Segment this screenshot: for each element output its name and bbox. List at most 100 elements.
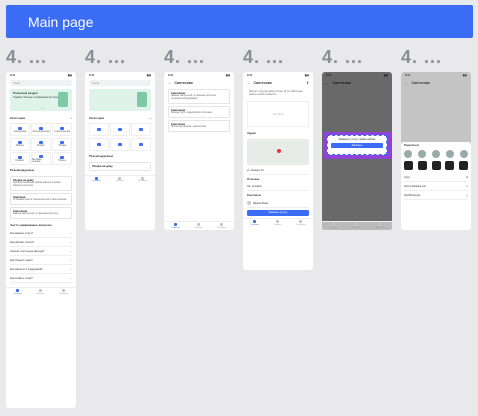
back-arrow-icon[interactable]: ← [405, 81, 409, 85]
category-item[interactable]: Строительство [52, 123, 72, 136]
category-icon [139, 128, 144, 131]
tab-home[interactable]: Главная [329, 223, 338, 229]
avatar[interactable] [432, 150, 440, 158]
share-action-bookmark[interactable]: Add Bookmark ▯ [404, 191, 468, 200]
reviews-title: Отзывы [247, 177, 260, 181]
service-card[interactable]: Сантехник Замена смесителей, устранение п… [168, 89, 230, 104]
share-sheet: Поделиться Copy ⧉ Add to Reading List ∞ Ad… [401, 142, 471, 230]
search-input[interactable]: Поиск [89, 80, 151, 86]
tab-home[interactable]: Главная [92, 176, 101, 182]
promo-banner[interactable]: Полезный раздел Узнайте больше о возможн… [10, 89, 72, 111]
faq-item[interactable]: Как связаться с поддержкой? ⌄ [10, 265, 72, 274]
service-card[interactable]: Электрик Установка розеток, выключателей … [10, 193, 72, 205]
service-card[interactable]: Уборка на дому Профессиональная уборка кв… [10, 176, 72, 191]
avatar[interactable] [446, 150, 454, 158]
chevron-down-icon: ⌄ [69, 258, 72, 262]
category-icon [38, 141, 43, 144]
categories-header: Категории › [10, 116, 72, 120]
tab-profile[interactable]: Профиль [296, 220, 306, 226]
category-item[interactable]: Сантехника [10, 123, 30, 136]
tab-profile[interactable]: Профиль [217, 223, 227, 229]
book-icon: ▯ [466, 193, 468, 197]
category-icon [96, 142, 101, 146]
category-icon [38, 126, 43, 130]
app-icon[interactable] [417, 161, 427, 170]
tab-orders[interactable]: Заказы [274, 220, 281, 226]
tab-home[interactable]: Главная [171, 223, 180, 229]
faq-item[interactable]: Сколько стоит выезд мастера? ⌄ [10, 247, 72, 256]
service-card[interactable]: Уборка на дому [89, 161, 151, 171]
category-item[interactable]: Уборка [52, 137, 72, 151]
share-sheet-title: Поделиться [404, 144, 420, 147]
avatar[interactable] [404, 150, 412, 158]
category-item[interactable]: Мебель [10, 137, 30, 151]
section-label: 4. ... [85, 47, 127, 67]
contacts-row [404, 150, 468, 158]
status-bar: 9:41 ▮▮▮ [168, 74, 230, 77]
map-view[interactable] [247, 139, 309, 165]
nav-bar: ← Сантехник [405, 81, 430, 85]
phone-illustration-icon [137, 92, 147, 107]
service-card[interactable]: Сантехник Замена смесителей, устранение п… [10, 207, 72, 219]
chevron-down-icon: ⌄ [69, 249, 72, 253]
highlight-order-button[interactable]: Заказать [331, 142, 383, 148]
categories-grid: Сантехника Электромонтаж Строительство М… [6, 122, 76, 166]
tab-home[interactable]: Главная [250, 220, 259, 226]
tab-profile[interactable]: Профиль [375, 223, 385, 229]
page-title: Main page [28, 14, 94, 30]
person-row[interactable]: Иванов Иван [247, 199, 309, 208]
share-action-copy[interactable]: Copy ⧉ [404, 173, 468, 182]
highlight-callout[interactable]: Закажите услугу прямо сейчас Заказать [327, 135, 387, 155]
section-label: 4. ... [6, 47, 48, 67]
faq-title: Часто задаваемые вопросы [10, 223, 52, 227]
app-icon[interactable] [404, 161, 413, 170]
avatar[interactable] [418, 150, 426, 158]
category-item[interactable]: Прочее [52, 152, 72, 165]
tab-orders[interactable]: Заказы [37, 289, 44, 295]
tab-home[interactable]: Главная [13, 289, 22, 295]
share-icon[interactable]: ⇪ [306, 81, 309, 85]
app-icon[interactable] [431, 161, 441, 170]
categories-header: Категории › [89, 116, 151, 120]
category-item[interactable] [131, 123, 151, 136]
phone-frame-main: 9:41 ▮▮▮ Поиск Полезный раздел Узнайте бо… [6, 72, 76, 408]
service-card[interactable]: Сантехник Монтаж труб и радиаторов отопле… [168, 106, 230, 118]
share-action-reading-list[interactable]: Add to Reading List ∞ [404, 182, 468, 191]
search-input[interactable]: Поиск [10, 80, 72, 86]
category-item[interactable] [110, 123, 130, 136]
tab-bar: Главная Заказы Профиль [322, 221, 392, 230]
category-item[interactable]: Ремонт [31, 137, 51, 151]
faq-item[interactable]: Как работает оплата? ⌄ [10, 238, 72, 247]
faq-item[interactable]: Как заказать услугу? ⌄ [10, 229, 72, 238]
tab-profile[interactable]: Профиль [59, 289, 69, 295]
app-icon[interactable] [459, 161, 468, 170]
address-title: Адрес [247, 131, 257, 135]
status-bar: 9:41 ▮▮▮ [247, 74, 309, 77]
category-item[interactable] [131, 137, 151, 151]
back-arrow-icon[interactable]: ← [168, 81, 172, 85]
tab-profile[interactable]: Профиль [138, 176, 148, 182]
category-item[interactable] [89, 123, 109, 136]
category-item[interactable] [89, 137, 109, 151]
promo-banner[interactable] [89, 89, 151, 111]
faq-item[interactable]: Как отменить заказ? ⌄ [10, 256, 72, 265]
category-item[interactable]: Электромонтаж [31, 123, 51, 136]
order-button[interactable]: Заказать услугу [247, 210, 309, 216]
chevron-down-icon: ⌄ [69, 276, 72, 280]
copy-icon: ⧉ [466, 175, 468, 179]
service-card[interactable]: Сантехник Прочистка засоров, диагностика. [168, 120, 230, 132]
chevron-right-icon[interactable]: › [150, 116, 151, 120]
tab-orders[interactable]: Заказы [353, 223, 360, 229]
back-arrow-icon[interactable]: ← [247, 81, 251, 85]
tab-bar: Главная Заказы Профиль [85, 174, 155, 184]
avatar[interactable] [460, 150, 468, 158]
faq-item[interactable]: Как оставить отзыв? ⌄ [10, 274, 72, 283]
chevron-right-icon[interactable]: › [71, 116, 72, 120]
category-item[interactable]: Клининг [10, 152, 30, 165]
app-icon[interactable] [445, 161, 455, 170]
category-item[interactable] [110, 137, 130, 151]
tab-orders[interactable]: Заказы [195, 223, 202, 229]
category-item[interactable]: Бытовая техника [31, 152, 51, 165]
tab-orders[interactable]: Заказы [116, 176, 123, 182]
rating-row: Нет отзывов [247, 183, 309, 191]
